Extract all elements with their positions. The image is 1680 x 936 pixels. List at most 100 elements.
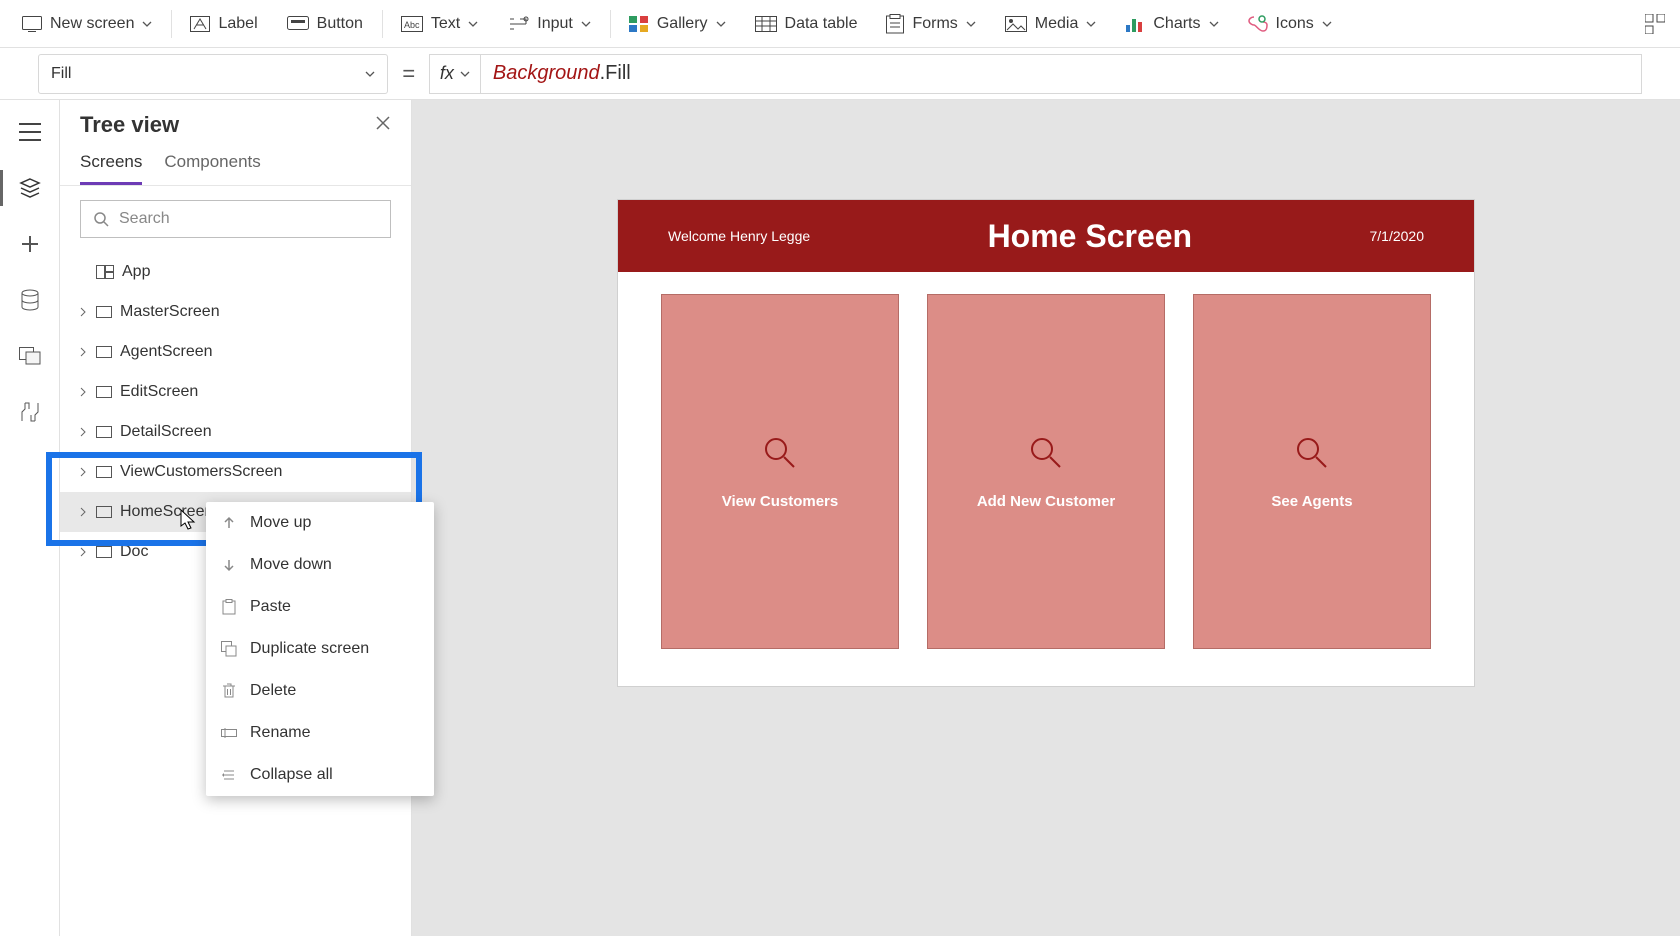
tab-components[interactable]: Components — [164, 152, 260, 185]
chevron-down-icon — [142, 19, 152, 29]
overflow-button[interactable] — [1639, 0, 1672, 47]
preview-card-see-agents[interactable]: See Agents — [1193, 294, 1431, 649]
tools-button[interactable] — [6, 388, 54, 436]
tree-item-label: MasterScreen — [120, 303, 220, 321]
plus-icon — [20, 234, 40, 254]
chevron-down-icon — [716, 19, 726, 29]
chevron-down-icon — [365, 69, 375, 79]
menu-paste[interactable]: Paste — [206, 586, 434, 628]
collapse-icon — [220, 768, 238, 782]
insert-button[interactable] — [6, 220, 54, 268]
screen-icon — [96, 546, 112, 558]
insert-toolbar: New screen Label Button Abc Text Input G… — [0, 0, 1680, 48]
search-icon — [1293, 434, 1331, 477]
forms-label: Forms — [912, 15, 957, 33]
hamburger-button[interactable] — [6, 108, 54, 156]
search-icon — [761, 434, 799, 477]
menu-collapse-all[interactable]: Collapse all — [206, 754, 434, 796]
preview-title: Home Screen — [988, 218, 1193, 255]
menu-move-up[interactable]: Move up — [206, 502, 434, 544]
trash-icon — [220, 683, 238, 699]
canvas[interactable]: Welcome Henry Legge Home Screen 7/1/2020… — [412, 100, 1680, 936]
menu-label: Collapse all — [250, 766, 333, 784]
media-button[interactable]: Media — [991, 0, 1112, 47]
paste-icon — [220, 599, 238, 615]
screen-icon — [96, 426, 112, 438]
property-name: Fill — [51, 65, 71, 83]
close-panel-button[interactable] — [375, 115, 391, 136]
gallery-label: Gallery — [657, 15, 708, 33]
tree-app-node[interactable]: App — [60, 252, 411, 292]
chevron-right-icon — [74, 467, 92, 477]
menu-delete[interactable]: Delete — [206, 670, 434, 712]
data-table-label: Data table — [785, 15, 858, 33]
left-rail — [0, 100, 60, 936]
menu-label: Paste — [250, 598, 291, 616]
input-label: Input — [537, 15, 573, 33]
preview-welcome: Welcome Henry Legge — [668, 228, 810, 244]
tree-item-label: ViewCustomersScreen — [120, 463, 282, 481]
menu-rename[interactable]: Rename — [206, 712, 434, 754]
screen-preview[interactable]: Welcome Henry Legge Home Screen 7/1/2020… — [618, 200, 1474, 686]
menu-label: Rename — [250, 724, 310, 742]
tree-view-panel: Tree view Screens Components Search App — [60, 100, 412, 936]
label-label: Label — [218, 15, 257, 33]
input-button[interactable]: Input — [493, 0, 606, 47]
tree-item-label: AgentScreen — [120, 343, 213, 361]
charts-button[interactable]: Charts — [1111, 0, 1233, 47]
tree-item-label: Doc — [120, 543, 148, 561]
tree-view-title: Tree view — [80, 112, 179, 138]
screen-icon — [96, 466, 112, 478]
fx-label: fx — [440, 63, 454, 84]
icons-button[interactable]: Icons — [1234, 0, 1347, 47]
new-screen-button[interactable]: New screen — [8, 0, 167, 47]
formula-token-object: Background — [493, 62, 600, 85]
chevron-right-icon — [74, 307, 92, 317]
arrow-up-icon — [220, 516, 238, 530]
tree-search-input[interactable]: Search — [80, 200, 391, 238]
menu-label: Move up — [250, 514, 311, 532]
menu-label: Move down — [250, 556, 332, 574]
screen-icon — [96, 506, 112, 518]
gallery-icon — [629, 16, 649, 32]
forms-icon — [886, 14, 904, 34]
tree-item-editscreen[interactable]: EditScreen — [60, 372, 411, 412]
menu-duplicate[interactable]: Duplicate screen — [206, 628, 434, 670]
database-icon — [21, 289, 39, 311]
tree-item-viewcustomersscreen[interactable]: ViewCustomersScreen — [60, 452, 411, 492]
formula-input[interactable]: Background.Fill — [481, 54, 1642, 94]
new-screen-label: New screen — [50, 15, 134, 33]
tab-screens[interactable]: Screens — [80, 152, 142, 185]
preview-card-add-customer[interactable]: Add New Customer — [927, 294, 1165, 649]
menu-move-down[interactable]: Move down — [206, 544, 434, 586]
tree-view-button[interactable] — [6, 164, 54, 212]
fx-button[interactable]: fx — [429, 54, 481, 94]
text-button[interactable]: Abc Text — [387, 0, 493, 47]
preview-card-view-customers[interactable]: View Customers — [661, 294, 899, 649]
data-button[interactable] — [6, 276, 54, 324]
button-icon — [287, 16, 309, 32]
media-rail-button[interactable] — [6, 332, 54, 380]
charts-icon — [1125, 15, 1145, 33]
duplicate-icon — [220, 641, 238, 657]
button-button[interactable]: Button — [273, 0, 378, 47]
arrow-down-icon — [220, 558, 238, 572]
search-icon — [93, 211, 109, 227]
chevron-right-icon — [74, 347, 92, 357]
data-table-button[interactable]: Data table — [741, 0, 873, 47]
label-button[interactable]: Label — [176, 0, 272, 47]
menu-label: Duplicate screen — [250, 640, 369, 658]
chevron-down-icon — [966, 19, 976, 29]
close-icon — [375, 115, 391, 131]
screen-icon — [96, 386, 112, 398]
forms-button[interactable]: Forms — [872, 0, 990, 47]
gallery-button[interactable]: Gallery — [615, 0, 741, 47]
chevron-down-icon — [1322, 19, 1332, 29]
media-label: Media — [1035, 15, 1079, 33]
property-dropdown[interactable]: Fill — [38, 54, 388, 94]
tree-item-label: DetailScreen — [120, 423, 212, 441]
data-table-icon — [755, 16, 777, 32]
tree-item-detailscreen[interactable]: DetailScreen — [60, 412, 411, 452]
tree-item-agentscreen[interactable]: AgentScreen — [60, 332, 411, 372]
tree-item-masterscreen[interactable]: MasterScreen — [60, 292, 411, 332]
